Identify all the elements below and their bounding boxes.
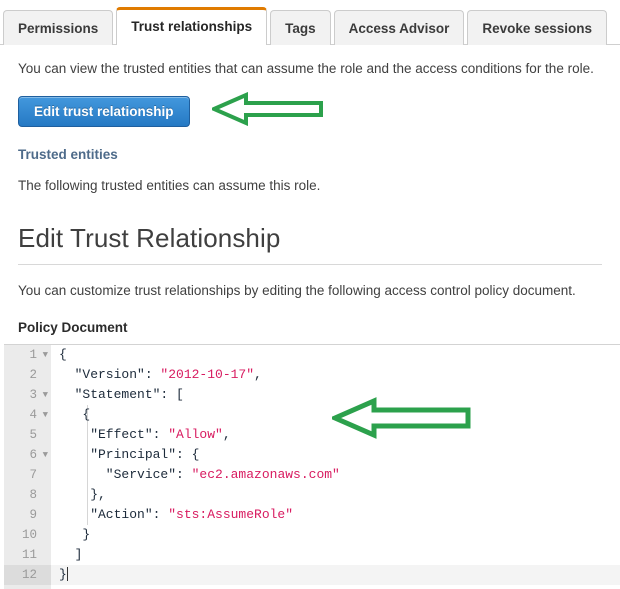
chevron-down-icon[interactable]: ▼ [43,385,48,405]
editor-line[interactable]: 12} [4,565,620,585]
edit-trust-relationship-button[interactable]: Edit trust relationship [18,96,190,127]
editor-line-number: 10 [4,525,51,545]
editor-line-number: 9 [4,505,51,525]
tab-revoke-sessions[interactable]: Revoke sessions [467,10,607,45]
editor-line[interactable]: 7 "Service": "ec2.amazonaws.com" [4,465,620,485]
text-cursor [67,567,68,581]
title-divider [18,264,602,265]
editor-line-number: 12 [4,565,51,585]
policy-document-label: Policy Document [18,320,602,335]
editor-line-number: 3▼ [4,385,51,405]
editor-line-number: 6▼ [4,445,51,465]
editor-line[interactable]: 8 }, [4,485,620,505]
editor-line-number: 5 [4,425,51,445]
editor-line-number: 8 [4,485,51,505]
editor-line[interactable]: 2 "Version": "2012-10-17", [4,365,620,385]
editor-line-number: 4▼ [4,405,51,425]
trusted-entities-description: The following trusted entities can assum… [18,176,602,196]
tab-trust-relationships[interactable]: Trust relationships [116,7,267,45]
annotation-arrow-to-edit-button [212,92,324,131]
editor-line-number: 2 [4,365,51,385]
editor-line[interactable]: 6▼ "Principal": { [4,445,620,465]
tab-panel-trust-relationships: You can view the trusted entities that c… [0,59,620,335]
chevron-down-icon[interactable]: ▼ [43,345,48,365]
editor-line-content[interactable]: "Action": "sts:AssumeRole" [51,505,620,525]
editor-line-content[interactable]: }, [51,485,620,505]
editor-line-number: 1▼ [4,345,51,365]
chevron-down-icon[interactable]: ▼ [43,445,48,465]
trusted-entities-heading: Trusted entities [18,147,602,162]
customize-description: You can customize trust relationships by… [18,281,602,301]
tab-bar: Permissions Trust relationships Tags Acc… [0,0,620,45]
tab-tags[interactable]: Tags [270,10,331,45]
editor-line[interactable]: 9 "Action": "sts:AssumeRole" [4,505,620,525]
editor-line-number: 7 [4,465,51,485]
chevron-down-icon[interactable]: ▼ [43,405,48,425]
editor-line[interactable]: 11 ] [4,545,620,565]
editor-line-content[interactable]: } [51,525,620,545]
intro-description: You can view the trusted entities that c… [18,59,602,79]
policy-document-editor[interactable]: 1▼{2 "Version": "2012-10-17",3▼ "Stateme… [4,344,620,589]
editor-line[interactable]: 1▼{ [4,345,620,365]
editor-line-content[interactable]: { [51,345,620,365]
edit-trust-relationship-row: Edit trust relationship [18,96,602,127]
tab-access-advisor[interactable]: Access Advisor [334,10,465,45]
editor-code-lines[interactable]: 1▼{2 "Version": "2012-10-17",3▼ "Stateme… [4,345,620,585]
annotation-arrow-to-policy-body [332,397,472,443]
tab-permissions[interactable]: Permissions [3,10,113,45]
editor-line[interactable]: 10 } [4,525,620,545]
editor-line-content[interactable]: "Version": "2012-10-17", [51,365,620,385]
editor-line[interactable]: 3▼ "Statement": [ [4,385,620,405]
editor-line-number: 11 [4,545,51,565]
editor-line-content[interactable]: ] [51,545,620,565]
editor-line[interactable]: 4▼ { [4,405,620,425]
editor-line-content[interactable]: } [51,565,620,585]
editor-line-content[interactable]: "Principal": { [51,445,620,465]
editor-line-content[interactable]: "Service": "ec2.amazonaws.com" [51,465,620,485]
page-title: Edit Trust Relationship [18,223,602,254]
editor-line[interactable]: 5 "Effect": "Allow", [4,425,620,445]
